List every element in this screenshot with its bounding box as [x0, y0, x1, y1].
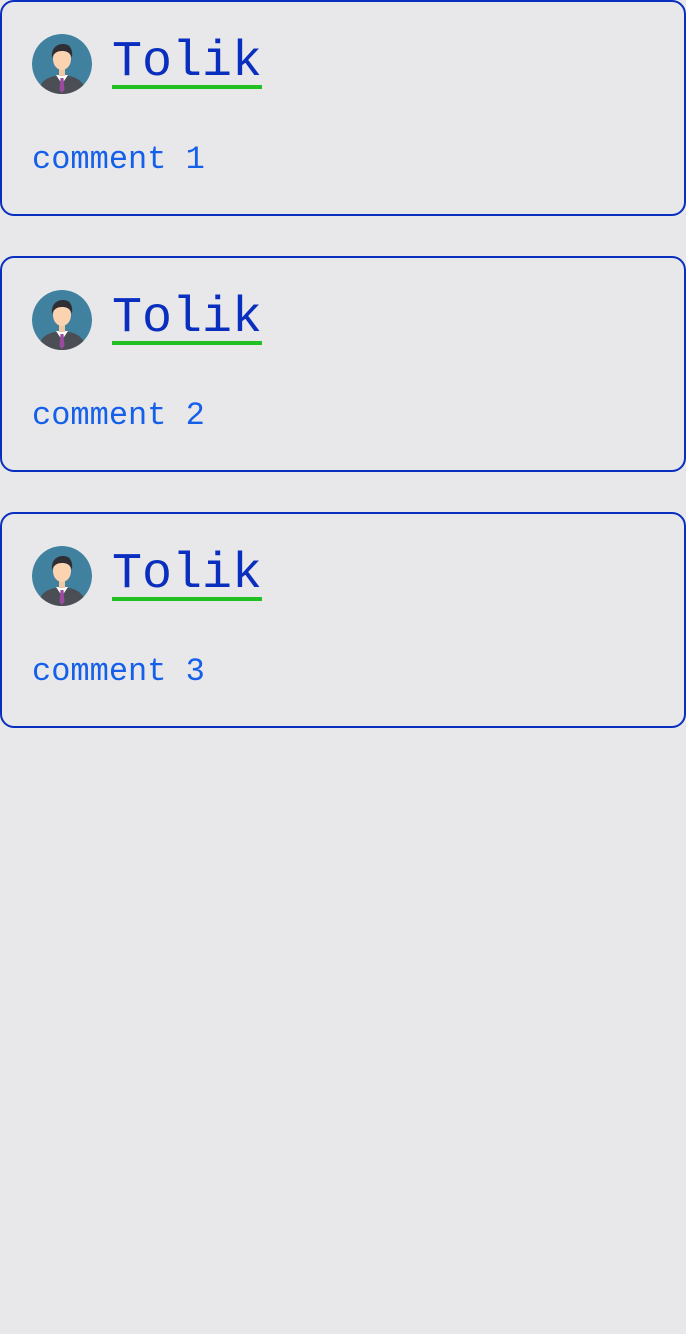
- comment-text: comment 1: [32, 141, 205, 178]
- author-link[interactable]: Tolik: [112, 547, 263, 603]
- comment-text: comment 2: [32, 397, 205, 434]
- user-avatar-icon[interactable]: [32, 34, 92, 94]
- comment-text: comment 3: [32, 653, 205, 690]
- author-link[interactable]: Tolik: [112, 291, 263, 347]
- comment-card: Tolik comment 2: [0, 256, 686, 472]
- comment-card: Tolik comment 3: [0, 512, 686, 728]
- comment-header: Tolik: [32, 290, 263, 350]
- comment-header: Tolik: [32, 34, 263, 94]
- user-avatar-icon[interactable]: [32, 290, 92, 350]
- author-link[interactable]: Tolik: [112, 35, 263, 91]
- user-avatar-icon[interactable]: [32, 546, 92, 606]
- comment-card: Tolik comment 1: [0, 0, 686, 216]
- comment-list: Tolik comment 1 Tolik comment 2 Tolik co…: [0, 0, 686, 768]
- comment-header: Tolik: [32, 546, 263, 606]
